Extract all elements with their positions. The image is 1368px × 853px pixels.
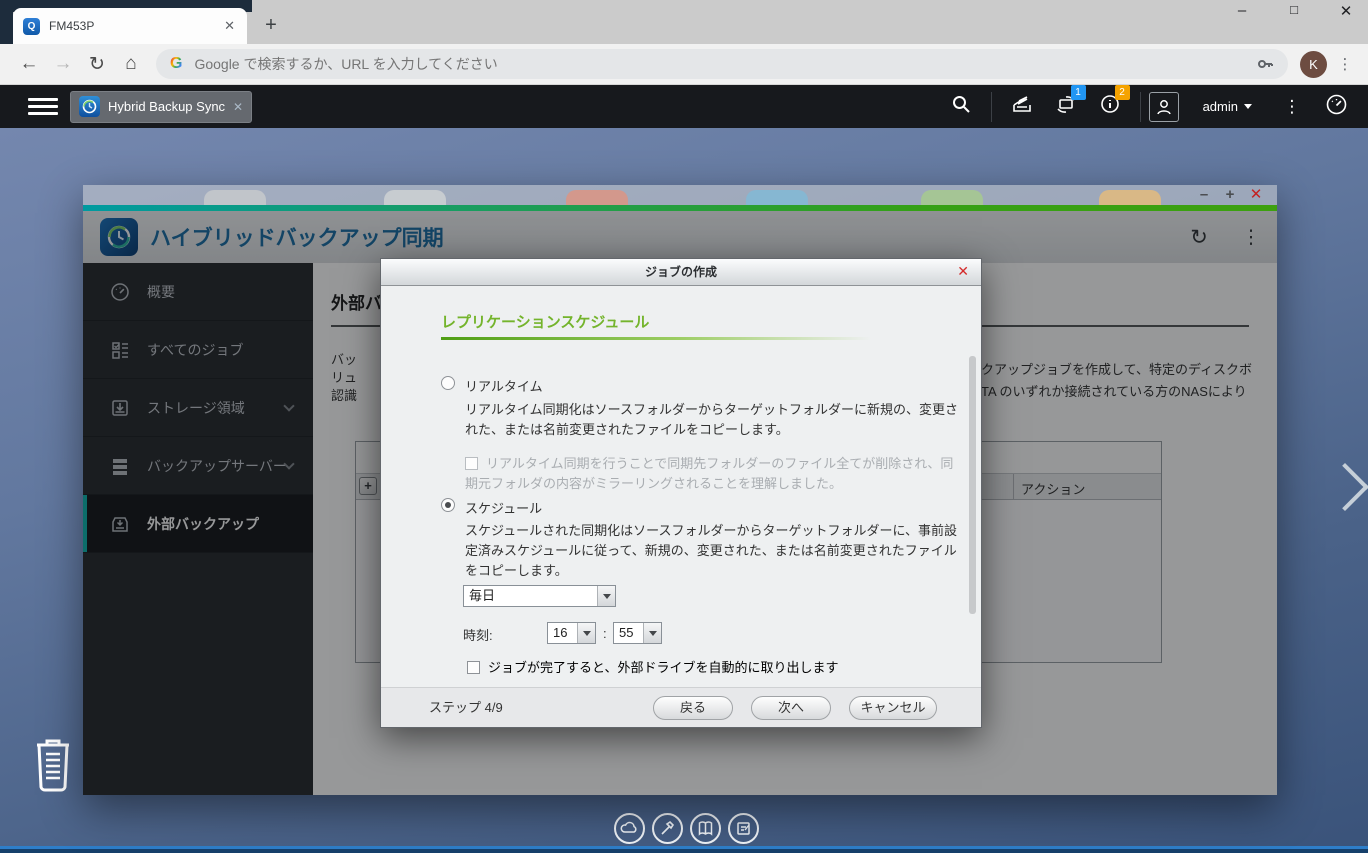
frequency-select[interactable]: 毎日 xyxy=(463,585,616,607)
hour-value: 16 xyxy=(553,625,568,640)
frequency-value: 毎日 xyxy=(469,588,496,603)
background-tasks-icon[interactable] xyxy=(1000,93,1044,120)
hbs-app-icon xyxy=(79,96,100,117)
dialog-titlebar: ジョブの作成 ✕ xyxy=(381,259,981,286)
next-button[interactable]: 次へ xyxy=(751,696,831,720)
browser-menu-icon[interactable]: ⋮ xyxy=(1337,55,1353,73)
hour-select[interactable]: 16 xyxy=(547,622,596,644)
qnap-header: Hybrid Backup Sync ✕ 1 2 admin ⋮ xyxy=(0,85,1368,128)
os-minimize-button[interactable]: – xyxy=(1228,2,1256,20)
notification-badge: 1 xyxy=(1070,85,1086,100)
frequency-dropdown-button[interactable] xyxy=(597,586,615,606)
time-separator: : xyxy=(603,626,607,641)
recycle-bin-icon[interactable] xyxy=(27,735,79,793)
realtime-radio-label[interactable]: リアルタイム xyxy=(465,376,543,395)
tab-close-icon[interactable]: ✕ xyxy=(222,18,237,34)
dialog-footer: ステップ 4/9 戻る 次へ キャンセル xyxy=(381,687,981,727)
realtime-ack-label: リアルタイム同期を行うことで同期先フォルダーのファイル全てが削除され、同期元フォ… xyxy=(465,456,954,491)
qnap-favicon-icon: Q xyxy=(23,17,40,35)
caret-down-icon xyxy=(582,630,591,636)
google-logo-icon: G xyxy=(170,55,183,72)
minute-dropdown-button[interactable] xyxy=(643,623,661,643)
user-caret-icon xyxy=(1244,104,1252,109)
url-input[interactable] xyxy=(194,56,1256,72)
remote-notification-icon[interactable]: 1 xyxy=(1044,85,1088,120)
browser-profile-avatar[interactable]: K xyxy=(1300,50,1327,78)
os-window-bottom-border xyxy=(0,846,1368,853)
time-label: 時刻: xyxy=(463,628,493,643)
dialog-title: ジョブの作成 xyxy=(644,265,717,279)
address-bar[interactable]: G xyxy=(156,49,1288,79)
next-page-chevron-icon[interactable] xyxy=(1320,460,1368,516)
dialog-close-icon[interactable]: ✕ xyxy=(957,263,969,280)
dashboard-gauge-icon[interactable] xyxy=(1314,92,1358,122)
os-close-button[interactable]: ✕ xyxy=(1332,2,1360,20)
create-job-dialog: ジョブの作成 ✕ レプリケーションスケジュール リアルタイム リアルタイム同期化… xyxy=(380,258,982,728)
browser-toolbar: ← → ↻ ⌂ G K ⋮ xyxy=(0,44,1368,85)
window-minimize-button[interactable]: – xyxy=(1191,185,1217,205)
user-menu[interactable]: admin xyxy=(1203,99,1238,114)
main-menu-icon[interactable] xyxy=(28,94,58,119)
utilities-icon[interactable] xyxy=(652,813,683,844)
screen: Q FM453P ✕ + – □ ✕ ← → ↻ ⌂ G K ⋮ xyxy=(0,0,1368,853)
password-key-icon[interactable] xyxy=(1256,55,1274,73)
myqnapcloud-icon[interactable] xyxy=(614,813,645,844)
section-heading: レプリケーションスケジュール xyxy=(441,314,650,331)
realtime-radio[interactable] xyxy=(441,376,455,390)
feedback-icon[interactable] xyxy=(728,813,759,844)
realtime-ack-checkbox-row: リアルタイム同期を行うことで同期先フォルダーのファイル全てが削除され、同期元フォ… xyxy=(465,454,961,494)
new-tab-button[interactable]: + xyxy=(258,13,284,39)
tabstrip-dark-edge xyxy=(0,0,13,44)
browser-tab-title: FM453P xyxy=(49,19,95,33)
cancel-button[interactable]: キャンセル xyxy=(849,696,937,720)
forward-icon[interactable]: → xyxy=(46,53,80,75)
window-maximize-button[interactable]: + xyxy=(1217,185,1243,205)
schedule-radio[interactable] xyxy=(441,498,455,512)
divider xyxy=(990,91,992,122)
home-icon[interactable]: ⌂ xyxy=(114,53,148,75)
dialog-scrollbar[interactable] xyxy=(969,356,976,614)
caret-down-icon xyxy=(648,630,657,636)
step-indicator: ステップ 4/9 xyxy=(429,700,503,715)
search-icon[interactable] xyxy=(939,94,983,119)
minute-select[interactable]: 55 xyxy=(613,622,662,644)
help-book-icon[interactable] xyxy=(690,813,721,844)
app-tab-close-icon[interactable]: ✕ xyxy=(233,100,243,114)
browser-tabstrip: Q FM453P ✕ + – □ ✕ xyxy=(0,0,1368,44)
eject-checkbox-label: ジョブが完了すると、外部ドライブを自動的に取り出します xyxy=(488,660,839,675)
browser-tab[interactable]: Q FM453P ✕ xyxy=(13,8,247,44)
hour-dropdown-button[interactable] xyxy=(577,623,595,643)
caret-down-icon xyxy=(602,593,611,599)
minute-value: 55 xyxy=(619,625,634,640)
back-icon[interactable]: ← xyxy=(12,53,46,75)
realtime-description: リアルタイム同期化はソースフォルダーからターゲットフォルダーに新規の、変更された… xyxy=(465,402,958,437)
window-close-button[interactable]: ✕ xyxy=(1243,185,1269,205)
info-icon[interactable]: 2 xyxy=(1088,85,1132,120)
back-button[interactable]: 戻る xyxy=(653,696,733,720)
reload-icon[interactable]: ↻ xyxy=(80,53,114,76)
eject-checkbox-row: ジョブが完了すると、外部ドライブを自動的に取り出します xyxy=(467,658,967,678)
eject-checkbox[interactable] xyxy=(467,661,480,674)
app-tab-label: Hybrid Backup Sync xyxy=(108,99,226,114)
desktop-dock xyxy=(614,813,759,844)
divider xyxy=(1139,91,1141,122)
section-heading-underline xyxy=(441,337,871,340)
schedule-radio-label[interactable]: スケジュール xyxy=(465,498,542,517)
info-badge: 2 xyxy=(1114,85,1130,100)
os-maximize-button[interactable]: □ xyxy=(1280,2,1308,20)
app-tab-hybrid-backup-sync[interactable]: Hybrid Backup Sync ✕ xyxy=(70,90,252,123)
window-control-strip: – + ✕ xyxy=(83,185,1277,205)
more-options-icon[interactable]: ⋮ xyxy=(1270,97,1314,117)
user-avatar-icon[interactable] xyxy=(1148,91,1179,122)
realtime-ack-checkbox[interactable] xyxy=(465,457,478,470)
schedule-description: スケジュールされた同期化はソースフォルダーからターゲットフォルダーに、事前設定済… xyxy=(465,523,958,578)
